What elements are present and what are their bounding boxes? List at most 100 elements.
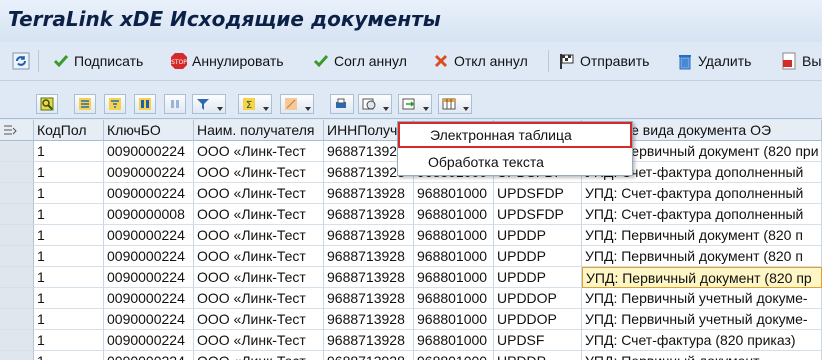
subtotal-button[interactable] — [280, 94, 314, 114]
recipient-cell[interactable]: ООО «Линк-Тест — [194, 309, 324, 330]
row-selector[interactable] — [0, 246, 34, 267]
kodpol-cell[interactable]: 1 — [34, 204, 104, 225]
recipient-cell[interactable]: ООО «Линк-Тест — [194, 246, 324, 267]
recipient-cell[interactable]: ООО «Линк-Тест — [194, 267, 324, 288]
column-header-klyuchbo[interactable]: КлючБО — [104, 120, 194, 141]
row-selector[interactable] — [0, 309, 34, 330]
klyuchbo-cell[interactable]: 0090000224 — [104, 288, 194, 309]
klyuchbo-cell[interactable]: 0090000224 — [104, 141, 194, 162]
row-selector[interactable] — [0, 330, 34, 351]
table-row[interactable]: 10090000224ООО «Линк-Тест968871392896880… — [0, 267, 822, 288]
table-row[interactable]: 10090000224ООО «Линк-Тест968871392896880… — [0, 351, 822, 360]
export-menu-button[interactable] — [398, 94, 432, 114]
row-selector[interactable] — [0, 267, 34, 288]
filter-button[interactable] — [192, 94, 226, 114]
kpp-cell[interactable]: 968801000 — [414, 309, 494, 330]
code-cell[interactable]: UPDDOP — [494, 288, 582, 309]
klyuchbo-cell[interactable]: 0090000224 — [104, 246, 194, 267]
row-selector[interactable] — [0, 204, 34, 225]
code-cell[interactable]: UPDSF — [494, 330, 582, 351]
recipient-cell[interactable]: ООО «Линк-Тест — [194, 162, 324, 183]
row-selector[interactable] — [0, 162, 34, 183]
sort-descending-button[interactable] — [104, 94, 126, 114]
delete-button[interactable]: Удалить — [676, 51, 751, 71]
kpp-cell[interactable]: 968801000 — [414, 183, 494, 204]
doctype-cell[interactable]: УПД: Первичный учетный докуме- — [582, 309, 822, 330]
inn-cell[interactable]: 9688713928 — [324, 267, 414, 288]
klyuchbo-cell[interactable]: 0090000224 — [104, 309, 194, 330]
kodpol-cell[interactable]: 1 — [34, 351, 104, 360]
inn-cell[interactable]: 9688713928 — [324, 183, 414, 204]
view-button[interactable] — [358, 94, 392, 114]
kodpol-cell[interactable]: 1 — [34, 225, 104, 246]
code-cell[interactable]: UPDSFDP — [494, 183, 582, 204]
row-selector[interactable] — [0, 141, 34, 162]
select-all-icon[interactable] — [0, 120, 34, 141]
annul-button[interactable]: STOP Аннулировать — [170, 51, 284, 71]
agree-annul-button[interactable]: Согл аннул — [312, 51, 407, 71]
klyuchbo-cell[interactable]: 0090000008 — [104, 204, 194, 225]
inn-cell[interactable]: 9688713928 — [324, 330, 414, 351]
code-cell[interactable]: UPDSFDP — [494, 204, 582, 225]
code-cell[interactable]: UPDDOP — [494, 309, 582, 330]
table-row[interactable]: 10090000224ООО «Линк-Тест968871392896880… — [0, 309, 822, 330]
recipient-cell[interactable]: ООО «Линк-Тест — [194, 288, 324, 309]
row-selector[interactable] — [0, 183, 34, 204]
inn-cell[interactable]: 9688713928 — [324, 309, 414, 330]
sum-button[interactable]: Σ — [238, 94, 272, 114]
sign-button[interactable]: Подписать — [52, 51, 143, 71]
layout-button[interactable] — [438, 94, 472, 114]
menu-item-word-processing[interactable]: Обработка текста — [398, 149, 632, 175]
kpp-cell[interactable]: 968801000 — [414, 330, 494, 351]
kpp-cell[interactable]: 968801000 — [414, 225, 494, 246]
klyuchbo-cell[interactable]: 0090000224 — [104, 162, 194, 183]
doctype-cell[interactable]: УПД: Счет-фактура дополненный — [582, 183, 822, 204]
sort-ascending-button[interactable] — [74, 94, 96, 114]
recipient-cell[interactable]: ООО «Линк-Тест — [194, 330, 324, 351]
inn-cell[interactable]: 9688713928 — [324, 246, 414, 267]
table-row[interactable]: 10090000224ООО «Линк-Тест968871392896880… — [0, 225, 822, 246]
code-cell[interactable]: UPDDP — [494, 267, 582, 288]
column-header-recipient[interactable]: Наим. получателя — [194, 120, 324, 141]
print-button[interactable] — [330, 94, 354, 114]
kodpol-cell[interactable]: 1 — [34, 309, 104, 330]
row-selector[interactable] — [0, 225, 34, 246]
recipient-cell[interactable]: ООО «Линк-Тест — [194, 204, 324, 225]
row-selector[interactable] — [0, 351, 34, 360]
kodpol-cell[interactable]: 1 — [34, 246, 104, 267]
find-next-button[interactable] — [164, 94, 186, 114]
column-header-kodpol[interactable]: КодПол — [34, 120, 104, 141]
recipient-cell[interactable]: ООО «Линк-Тест — [194, 183, 324, 204]
doctype-cell[interactable]: УПД: Счет-фактура (820 приказ) — [582, 330, 822, 351]
row-selector[interactable] — [0, 288, 34, 309]
inn-cell[interactable]: 9688713928 — [324, 288, 414, 309]
doctype-cell[interactable]: УПД: Счет-фактура дополненный — [582, 204, 822, 225]
doctype-cell[interactable]: УПД: Первичный документ (820 п — [582, 225, 822, 246]
klyuchbo-cell[interactable]: 0090000224 — [104, 267, 194, 288]
doctype-cell[interactable]: УПД: Первичный учетный докуме- — [582, 288, 822, 309]
recipient-cell[interactable]: ООО «Линк-Тест — [194, 141, 324, 162]
kodpol-cell[interactable]: 1 — [34, 330, 104, 351]
doctype-cell[interactable]: УПД: Первичный документ — [582, 351, 822, 360]
send-button[interactable]: Отправить — [558, 51, 649, 71]
kodpol-cell[interactable]: 1 — [34, 288, 104, 309]
menu-item-spreadsheet[interactable]: Электронная таблица — [398, 122, 632, 148]
inn-cell[interactable]: 9688713928 — [324, 225, 414, 246]
klyuchbo-cell[interactable]: 0090000224 — [104, 351, 194, 360]
table-row[interactable]: 10090000224ООО «Линк-Тест968871392896880… — [0, 183, 822, 204]
find-button[interactable] — [134, 94, 156, 114]
reject-annul-button[interactable]: Откл аннул — [432, 51, 528, 71]
inn-cell[interactable]: 9688713928 — [324, 204, 414, 225]
kodpol-cell[interactable]: 1 — [34, 183, 104, 204]
inn-cell[interactable]: 9688713928 — [324, 351, 414, 360]
doctype-cell[interactable]: УПД: Первичный документ (820 пр — [582, 267, 822, 288]
code-cell[interactable]: UPDDP — [494, 246, 582, 267]
recipient-cell[interactable]: ООО «Линк-Тест — [194, 351, 324, 360]
table-row[interactable]: 10090000224ООО «Линк-Тест968871392896880… — [0, 330, 822, 351]
recipient-cell[interactable]: ООО «Линк-Тест — [194, 225, 324, 246]
export-button[interactable]: Вы — [780, 51, 821, 71]
klyuchbo-cell[interactable]: 0090000224 — [104, 330, 194, 351]
kodpol-cell[interactable]: 1 — [34, 141, 104, 162]
klyuchbo-cell[interactable]: 0090000224 — [104, 225, 194, 246]
table-row[interactable]: 1 0090000008 ООО «Линк-Тест 9688713928 96880… — [0, 204, 822, 225]
